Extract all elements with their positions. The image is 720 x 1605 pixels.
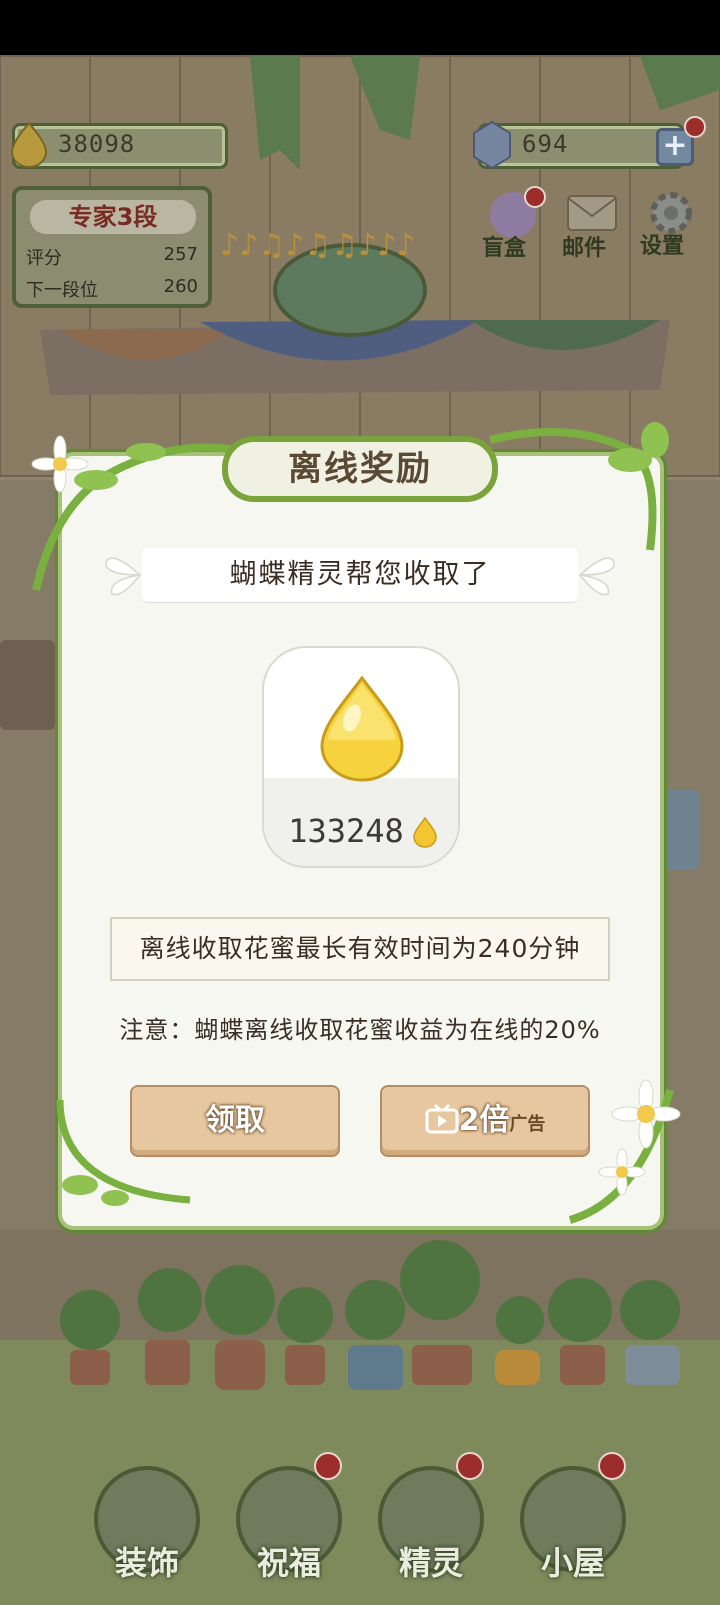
rank-score-row: 评分 257 (26, 244, 198, 270)
double-reward-ad-button[interactable]: 2倍广告 (380, 1085, 590, 1157)
score-label: 评分 (26, 248, 62, 269)
blind-box-button[interactable]: 盲盒 (482, 186, 546, 262)
settings-label: 设置 (640, 234, 685, 259)
claim-button[interactable]: 领取 (130, 1085, 340, 1157)
ad-tag: 广告 (509, 1114, 546, 1135)
nav-fairy[interactable]: 精灵 (378, 1452, 484, 1598)
offline-earning-note: 注意：蝴蝶离线收取花蜜收益为在线的20% (119, 1016, 601, 1044)
claim-button-label: 领取 (205, 1103, 265, 1138)
rank-title: 专家3段 (30, 200, 196, 234)
nav-house[interactable]: 小屋 (520, 1452, 626, 1598)
nav-house-badge (598, 1452, 626, 1480)
svg-text:♪♪♫♪♫♫♪♪♪: ♪♪♫♪♫♫♪♪♪ (220, 228, 416, 263)
mail-button[interactable]: 邮件 (562, 192, 626, 262)
blind-box-badge (524, 186, 546, 208)
nectar-drop-small-icon (413, 816, 437, 848)
rank-panel[interactable]: 专家3段 评分 257 下一段位 260 (12, 186, 212, 308)
mail-icon (567, 195, 617, 231)
notification-badge (684, 116, 706, 138)
blind-box-label: 盲盒 (482, 236, 527, 261)
rank-next-row: 下一段位 260 (26, 276, 198, 302)
butterfly-icon-left (105, 557, 142, 596)
nav-house-label: 小屋 (540, 1544, 605, 1582)
nav-blessing[interactable]: 祝福 (236, 1452, 342, 1598)
reward-card: 133248 (262, 646, 460, 868)
dialog-subtitle: 蝴蝶精灵帮您收取了 (142, 548, 578, 602)
nav-decorate-label: 装饰 (114, 1544, 179, 1582)
nav-decorate[interactable]: 装饰 (94, 1458, 200, 1598)
nectar-amount: 38098 (58, 130, 136, 158)
nectar-drop-icon (320, 675, 404, 782)
gem-icon (473, 120, 511, 170)
settings-button[interactable]: 设置 (640, 188, 704, 262)
next-rank-value: 260 (163, 276, 198, 297)
reward-amount: 133248 (288, 812, 404, 850)
vine-decoration-right (489, 422, 669, 551)
plus-icon: + (662, 128, 688, 163)
mail-label: 邮件 (562, 236, 607, 261)
butterfly-icon-right (578, 557, 615, 596)
nav-blessing-badge (314, 1452, 342, 1480)
tv-play-icon (425, 1103, 459, 1134)
nav-fairy-label: 精灵 (398, 1544, 463, 1582)
nectar-drop-icon (10, 121, 48, 168)
next-rank-label: 下一段位 (26, 280, 98, 301)
score-value: 257 (163, 244, 198, 265)
nav-fairy-badge (456, 1452, 484, 1480)
double-reward-label: 2倍 (458, 1103, 510, 1138)
offline-duration-info: 离线收取花蜜最长有效时间为240分钟 (110, 917, 610, 981)
nav-blessing-label: 祝福 (256, 1544, 321, 1582)
dialog-title: 离线奖励 (222, 436, 498, 502)
gem-amount: 694 (522, 130, 569, 158)
